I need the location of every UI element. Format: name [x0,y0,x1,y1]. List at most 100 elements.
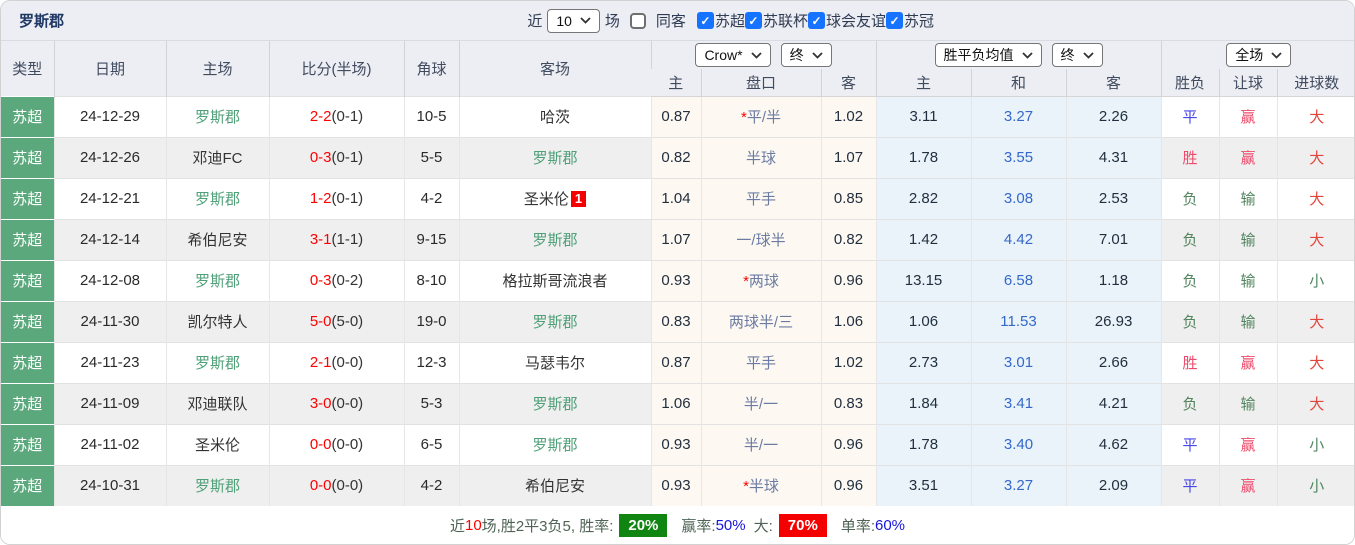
avg-home-odds: 1.42 [875,218,972,260]
league-cell: 苏超 [1,464,54,506]
date-cell: 24-12-29 [53,95,166,137]
result-group-header: 全场 [1160,41,1354,69]
scope-select[interactable]: 全场 [1226,43,1292,67]
goals-result: 大 [1276,95,1354,137]
score-cell: 0-3(0-1) [268,136,404,178]
handicap-cell: *半球 [700,464,821,506]
avg-draw-odds: 3.08 [970,177,1067,219]
date-cell: 24-12-21 [53,177,166,219]
avg-draw-odds: 3.27 [970,464,1067,506]
single-rate-label: 单率: [840,518,875,535]
match-row: 苏超 24-11-02 圣米伦 0-0(0-0) 6-5 罗斯郡 0.93 半/一 0.96 1.… [1,423,1354,465]
match-row: 苏超 24-12-21 罗斯郡 1-2(0-1) 4-2 圣米伦 1 1.04 平手 0.85 2.… [1,177,1354,219]
handicap-cell: 半/一 [700,382,821,424]
handicap-cell: 一/球半 [700,218,821,260]
handicap-cell: *两球 [700,259,821,301]
avg-home-odds: 1.84 [875,382,972,424]
handicap-result: 输 [1218,259,1278,301]
home-odds: 1.06 [650,382,701,424]
wdl-result: 负 [1160,300,1220,342]
away-odds: 1.07 [820,136,877,178]
handicap-result: 赢 [1218,341,1278,383]
corners-cell: 12-3 [403,341,459,383]
single-rate-value: 60% [874,517,906,534]
odds-time-select[interactable]: 终 [780,43,832,67]
away-team: 罗斯郡 [458,136,651,178]
league-checkbox[interactable]: ✓ [885,12,903,29]
avg-away-odds: 26.93 [1065,300,1162,342]
avg-away-odds: 2.66 [1065,341,1162,383]
avg-draw-odds: 3.41 [970,382,1067,424]
league-cell: 苏超 [1,95,54,137]
goals-result: 大 [1276,300,1354,342]
handicap-result: 赢 [1218,464,1278,506]
away-odds: 0.96 [820,259,877,301]
match-row: 苏超 24-12-08 罗斯郡 0-3(0-2) 8-10 格拉斯哥流浪者 0.93 *两球 0… [1,259,1354,301]
home-team: 邓迪联队 [165,382,269,424]
avg-away-odds: 2.26 [1065,95,1162,137]
league-cell: 苏超 [1,300,54,342]
league-checkbox[interactable]: ✓ [696,12,714,29]
avg-home-odds: 13.15 [875,259,972,301]
home-odds: 0.87 [650,95,701,137]
score-cell: 0-3(0-2) [268,259,404,301]
avg-time-select[interactable]: 终 [1051,43,1103,67]
league-checkbox-label: 苏超 [714,13,745,30]
away-odds: 1.02 [820,95,877,137]
big-rate-label: 大: [753,518,773,535]
corners-cell: 4-2 [403,177,459,219]
home-odds: 0.87 [650,341,701,383]
league-checkbox[interactable]: ✓ [744,12,762,29]
handicap-cell: *平/半 [700,95,821,137]
same-away-checkbox[interactable] [629,12,646,29]
league-checkbox-label: 苏联杯 [762,13,808,30]
league-checkbox[interactable]: ✓ [807,12,825,29]
home-odds: 0.83 [650,300,701,342]
home-team: 凯尔特人 [165,300,269,342]
league-cell: 苏超 [1,136,54,178]
home-team: 罗斯郡 [165,259,269,301]
subheader-odds-home: 主 [651,69,701,97]
away-team: 圣米伦 1 [458,177,651,219]
chevron-down-icon [811,51,823,59]
goals-result: 小 [1276,423,1354,465]
chevron-down-icon [1271,51,1282,59]
handicap-result: 输 [1218,218,1278,260]
away-odds: 1.02 [820,341,877,383]
avg-draw-odds: 6.58 [970,259,1067,301]
handicap-result: 输 [1218,382,1278,424]
bookmaker-select[interactable]: Crow* [695,43,771,67]
wdl-result: 负 [1160,218,1220,260]
date-cell: 24-11-02 [53,423,166,465]
corners-cell: 6-5 [403,423,459,465]
summary-count: 10 [464,517,482,534]
score-cell: 5-0(5-0) [268,300,404,342]
handicap-cell: 两球半/三 [700,300,821,342]
same-away-label: 同客 [655,13,686,30]
header-league: 类型 [1,41,54,96]
subheader-handicap: 盘口 [700,69,821,97]
score-cell: 3-0(0-0) [268,382,404,424]
home-team: 罗斯郡 [165,341,269,383]
league-checkbox-label: 球会友谊 [825,13,886,30]
away-team: 罗斯郡 [458,382,651,424]
goals-result: 小 [1276,259,1354,301]
chevron-down-icon [580,17,591,24]
home-odds: 1.07 [650,218,701,260]
odds-group-header: Crow* 终 [650,41,877,69]
avg-draw-odds: 11.53 [970,300,1067,342]
recent-count-select[interactable]: 10 [547,8,600,33]
avg-away-odds: 2.09 [1065,464,1162,506]
home-odds: 0.82 [650,136,701,178]
avg-home-odds: 1.78 [875,136,972,178]
league-cell: 苏超 [1,423,54,465]
corners-cell: 8-10 [403,259,459,301]
corners-cell: 9-15 [403,218,459,260]
league-filter-group: ✓ 苏超 ✓ 苏联杯 ✓ 球会友谊 ✓ 苏冠 [696,10,934,31]
score-cell: 0-0(0-0) [268,423,404,465]
date-cell: 24-11-09 [53,382,166,424]
header-corners: 角球 [403,41,459,96]
avg-type-select[interactable]: 胜平负均值 [934,43,1042,67]
home-team: 圣米伦 [165,423,269,465]
goals-result: 大 [1276,177,1354,219]
